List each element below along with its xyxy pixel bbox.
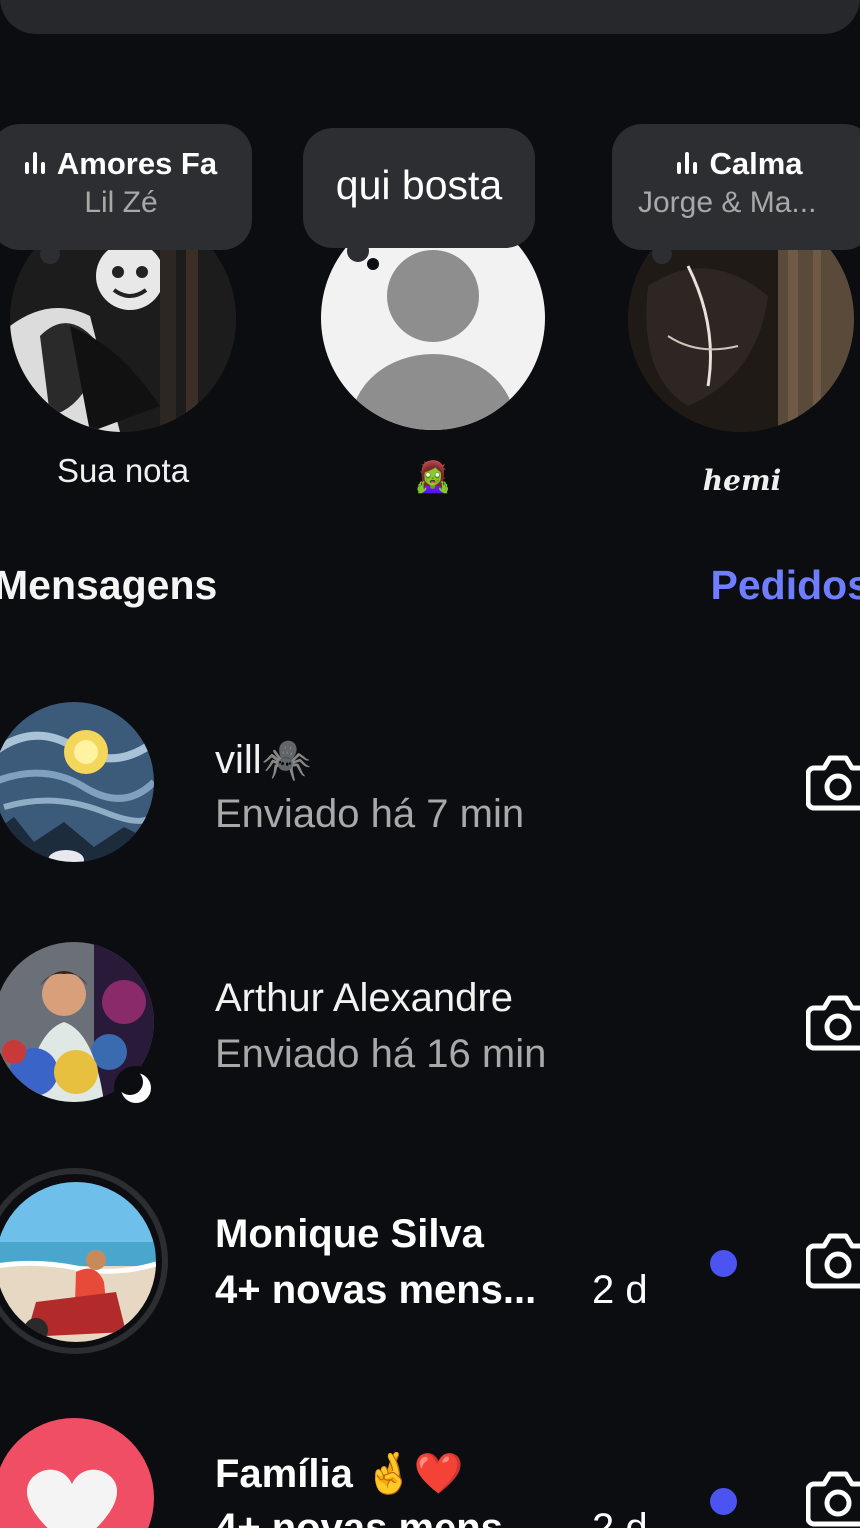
note-label: Sua nota <box>56 452 190 489</box>
conversation-name: Monique Silva <box>215 1212 484 1256</box>
conversation-preview: 4+ novas mens... <box>215 1506 537 1528</box>
bubble-tail <box>40 244 60 264</box>
bubble-tail <box>652 244 672 264</box>
note-label: 𝒉𝒆𝒎𝒊 <box>702 464 782 497</box>
conversation-time: 2 d <box>592 1268 648 1312</box>
conversation-status: Enviado há 16 min <box>215 1032 547 1076</box>
requests-link[interactable]: Pedidos <box>711 562 860 609</box>
unread-dot <box>710 1488 737 1515</box>
note-text[interactable]: qui bosta 🧟‍♀️ <box>303 0 563 520</box>
note-song-artist: Jorge & Ma... <box>638 186 817 219</box>
direct-inbox-screen: Amores Fa Lil Zé Sua nota qui bosta 🧟‍♀️ <box>0 0 860 1528</box>
white-heart-icon <box>27 1469 117 1528</box>
avatar[interactable] <box>0 1182 156 1342</box>
note-bubble[interactable]: qui bosta <box>303 128 535 248</box>
moon-icon <box>114 1066 158 1110</box>
conversation-time: 2 d <box>592 1506 648 1528</box>
conversation-row[interactable]: vill🕷️ Enviado há 7 min <box>0 688 860 888</box>
conversation-name: Família 🤞❤️ <box>215 1452 464 1496</box>
conversation-name: vill🕷️ <box>215 738 312 782</box>
camera-icon[interactable] <box>806 752 860 812</box>
conversation-status: Enviado há 7 min <box>215 792 525 836</box>
unread-dot <box>710 1250 737 1277</box>
music-bars-icon <box>24 152 47 176</box>
note-your-note[interactable]: Amores Fa Lil Zé Sua nota <box>0 0 260 520</box>
avatar-photo <box>0 702 154 862</box>
music-bars-icon <box>677 152 699 176</box>
note-song-title: Amores Fa <box>14 146 228 182</box>
conversation-name: Arthur Alexandre <box>215 976 513 1020</box>
note-song-artist: Lil Zé <box>84 186 158 219</box>
note-label: 🧟‍♀️ <box>414 461 452 494</box>
conversation-row[interactable]: Família 🤞❤️ 4+ novas mens... 2 d <box>0 1404 860 1528</box>
avatar-photo <box>0 1182 156 1342</box>
messages-title: Mensagens <box>0 562 218 608</box>
camera-icon[interactable] <box>806 1230 860 1290</box>
camera-icon[interactable] <box>806 1468 860 1528</box>
conversation-preview: 4+ novas mens... <box>215 1268 537 1312</box>
note-text-content: qui bosta <box>335 162 503 208</box>
note-bubble[interactable]: Amores Fa Lil Zé <box>0 124 252 250</box>
note-music[interactable]: Calma Jorge & Ma... 𝒉𝒆𝒎𝒊 <box>612 0 860 520</box>
avatar[interactable] <box>0 702 154 862</box>
conversation-row[interactable]: Monique Silva 4+ novas mens... 2 d <box>0 1166 860 1366</box>
bubble-tail-small <box>367 258 379 270</box>
note-song-title: Calma <box>638 146 842 182</box>
bubble-tail <box>347 240 369 262</box>
note-bubble[interactable]: Calma Jorge & Ma... <box>612 124 860 250</box>
avatar[interactable] <box>0 1418 154 1528</box>
camera-icon[interactable] <box>806 992 860 1052</box>
conversation-row[interactable]: Arthur Alexandre Enviado há 16 min <box>0 928 860 1128</box>
